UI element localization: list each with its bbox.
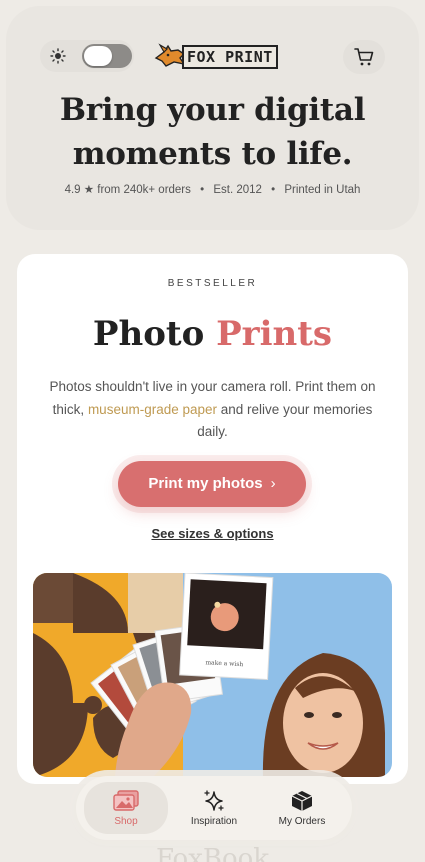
hero-meta: 4.9 ★ from 240k+ orders • Est. 2012 • Pr… — [14, 182, 411, 196]
theme-switch[interactable] — [82, 44, 132, 68]
cta-label: Print my photos — [148, 475, 263, 492]
nav-label-inspiration: Inspiration — [190, 816, 238, 827]
museum-grade-link[interactable]: museum-grade paper — [88, 402, 217, 417]
chevron-right-icon: › — [270, 475, 276, 492]
product-title-accent: Prints — [216, 314, 333, 354]
photo-illustration: make a wish — [33, 573, 392, 777]
bestseller-label: BESTSELLER — [167, 278, 258, 289]
product-title-main: Photo — [92, 314, 205, 354]
product-description: Photos shouldn't live in your camera rol… — [39, 376, 386, 444]
photos-icon — [113, 790, 139, 811]
sparkle-icon — [204, 790, 224, 811]
brand-logo[interactable]: FOX PRINT — [154, 42, 278, 74]
see-sizes-link[interactable]: See sizes & options — [17, 526, 408, 541]
nav-label-my-orders: My Orders — [278, 816, 326, 827]
hero-title-line2: moments to life. — [72, 136, 353, 172]
nav-item-shop[interactable]: Shop — [84, 782, 168, 834]
footer-peek-title: FoxBook — [155, 844, 270, 862]
separator: • — [200, 184, 205, 196]
separator: • — [271, 184, 276, 196]
established-text: Est. 2012 — [213, 184, 262, 196]
nav-item-inspiration[interactable]: Inspiration — [172, 782, 256, 834]
sun-icon — [50, 48, 66, 64]
nav-label-shop: Shop — [114, 816, 138, 827]
header-card: FOX PRINT Bring your digital moments to … — [14, 14, 411, 222]
description-text: and relive your memories daily. — [197, 401, 373, 440]
brand-wordmark: FOX PRINT — [182, 45, 278, 69]
print-photos-button[interactable]: Print my photos › — [118, 461, 306, 507]
bottom-nav: Shop Inspiration My Orders — [76, 776, 352, 840]
theme-toggle[interactable] — [40, 40, 134, 72]
product-title: Photo Prints — [17, 310, 408, 358]
cart-button[interactable] — [343, 40, 385, 74]
hero-title-line1: Bring your digital — [59, 92, 366, 128]
cart-icon — [354, 48, 374, 66]
nav-item-my-orders[interactable]: My Orders — [260, 782, 344, 834]
switch-knob — [84, 46, 112, 66]
printed-in-text: Printed in Utah — [284, 184, 361, 196]
product-card: BESTSELLER Photo Prints Photos shouldn't… — [17, 254, 408, 784]
hero-title: Bring your digital moments to life. — [14, 88, 411, 176]
rating-text: 4.9 ★ from 240k+ orders — [64, 184, 191, 196]
product-photo: make a wish — [33, 573, 392, 777]
box-icon — [291, 791, 313, 811]
